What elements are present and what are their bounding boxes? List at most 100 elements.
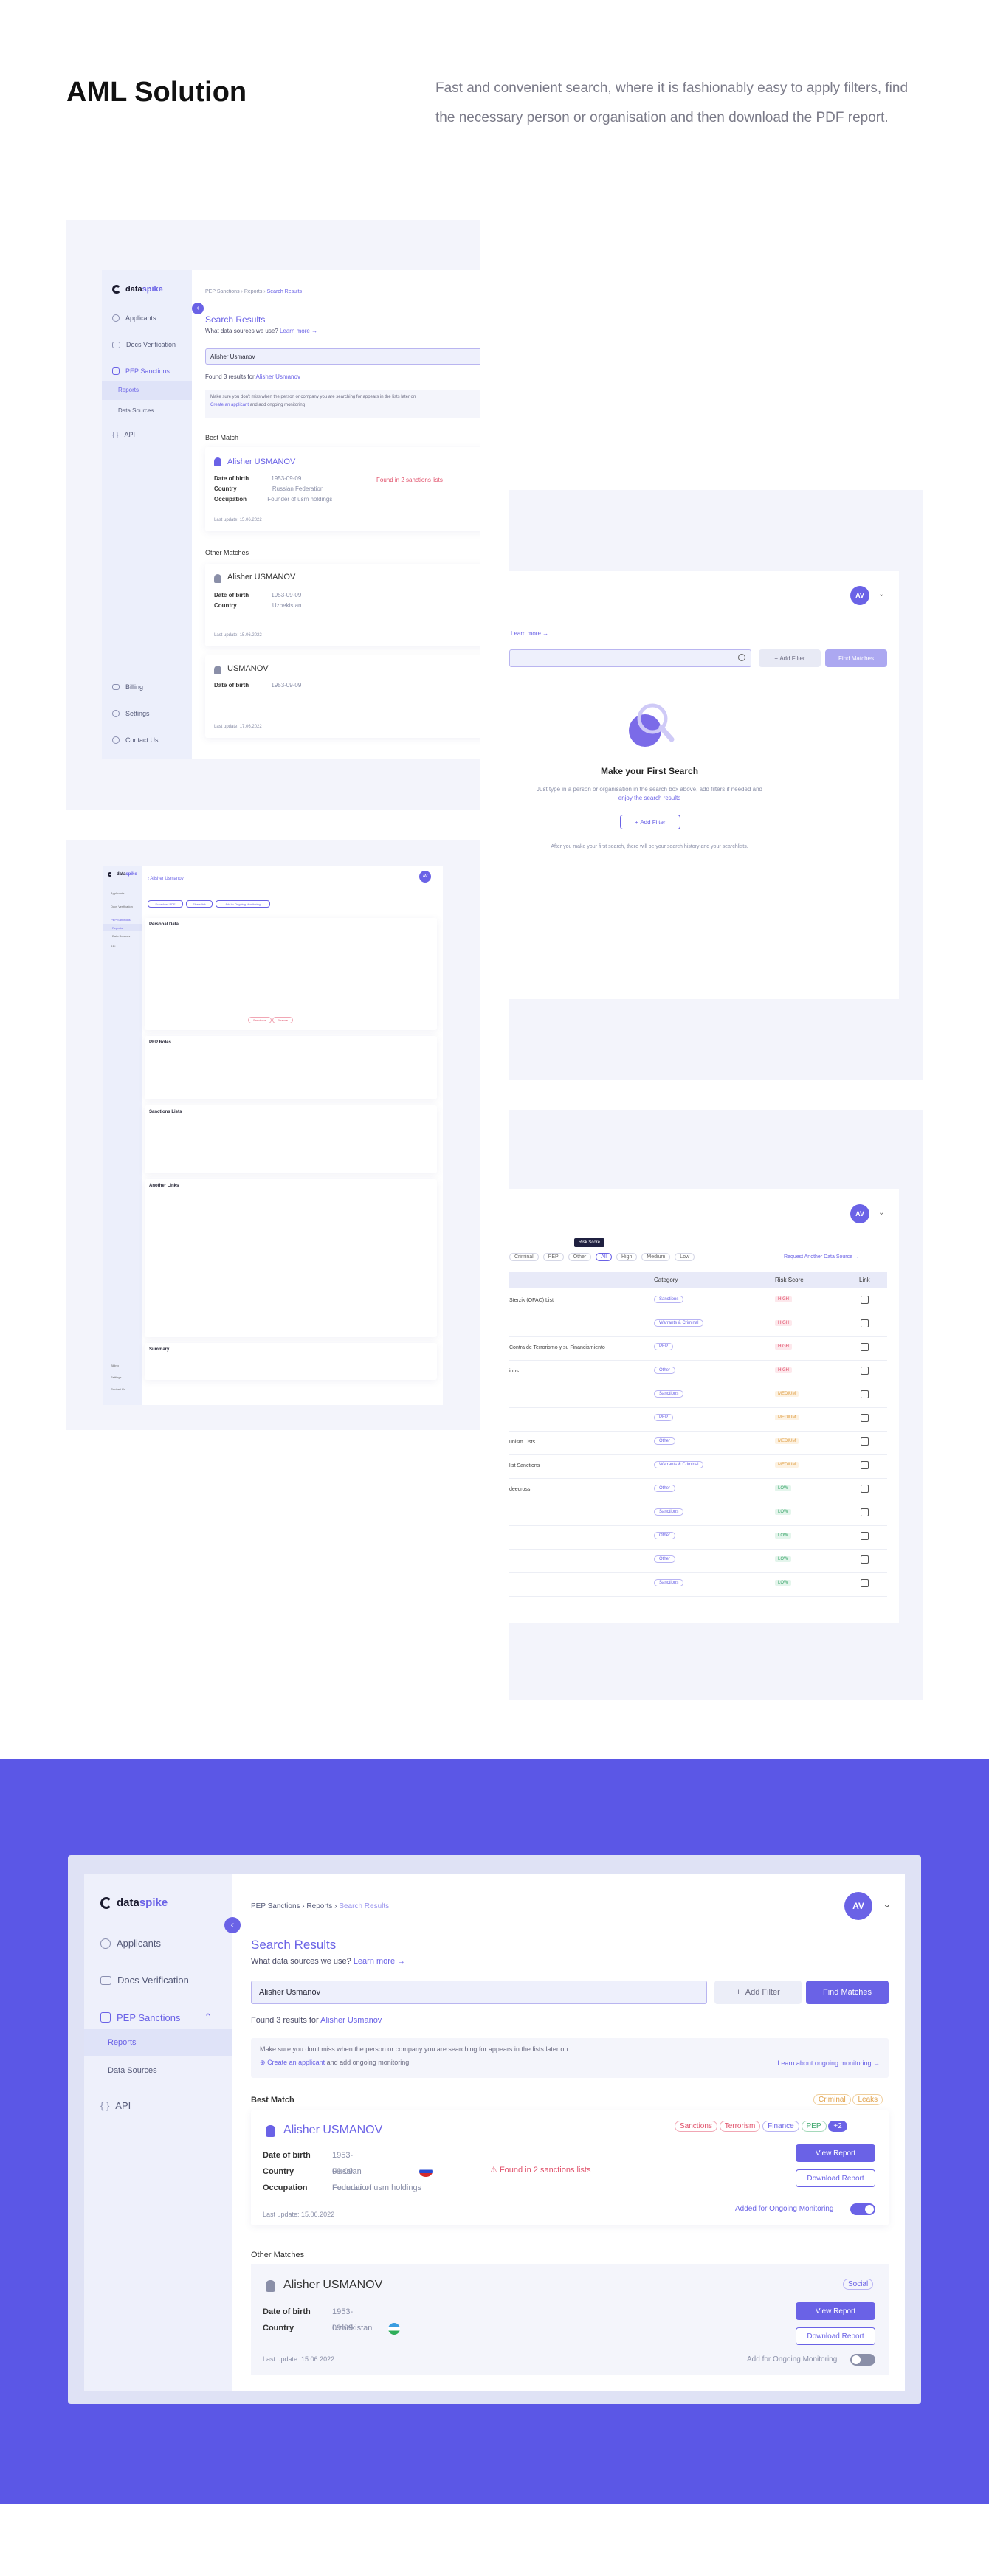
avatar[interactable]: AV: [850, 586, 869, 605]
category-chip: Other: [654, 1367, 676, 1374]
best-match-card[interactable]: Alisher USMANOV Date of birth 1953-09-09 …: [251, 2110, 889, 2225]
find-matches-button[interactable]: Find Matches: [825, 649, 887, 667]
person-name[interactable]: Alisher USMANOV: [283, 2124, 382, 2137]
person-icon: [214, 666, 221, 674]
monitoring-toggle[interactable]: [850, 2203, 875, 2215]
sidebar-item-contact[interactable]: Contact Us: [111, 1387, 125, 1391]
external-link-icon[interactable]: [861, 1319, 869, 1327]
learn-more-link[interactable]: Learn more →: [511, 630, 548, 637]
tag-more[interactable]: +2: [828, 2121, 847, 2132]
sidebar-item-api[interactable]: API: [111, 945, 115, 948]
search-input[interactable]: [509, 649, 751, 667]
sidebar-item-sources[interactable]: Data Sources: [118, 407, 154, 414]
tag-social: Social: [843, 2279, 874, 2290]
sidebar-item-sources[interactable]: Data Sources: [112, 934, 130, 938]
avatar[interactable]: AV: [844, 1892, 872, 1920]
download-report-button[interactable]: Download Report: [796, 2327, 875, 2345]
preview-search-results: dataspike Applicants Docs Verification P…: [66, 220, 480, 810]
create-applicant-link[interactable]: Create an applicant: [210, 403, 249, 407]
add-monitoring-button[interactable]: Add to Ongoing Monitoring: [216, 900, 270, 908]
second-match-card[interactable]: Alisher USMANOV Date of birth 1953-09-09…: [205, 564, 480, 646]
share-link-button[interactable]: Share link: [186, 900, 213, 908]
filter-chip[interactable]: Low: [675, 1253, 695, 1261]
filter-chip[interactable]: Criminal: [509, 1253, 539, 1261]
external-link-icon[interactable]: [861, 1555, 869, 1564]
external-link-icon[interactable]: [861, 1579, 869, 1587]
sidebar-item-billing[interactable]: Billing: [111, 1364, 119, 1367]
learn-more-link[interactable]: Learn more: [354, 1957, 395, 1966]
external-link-icon[interactable]: [861, 1485, 869, 1493]
second-match-card[interactable]: Alisher USMANOV Date of birth 1953-09-09 …: [251, 2264, 889, 2375]
sidebar-item-pep[interactable]: PEP Sanctions ⌃: [100, 2012, 212, 2023]
filter-chip[interactable]: PEP: [542, 1253, 564, 1261]
person-name[interactable]: Alisher USMANOV: [283, 2279, 382, 2292]
pep-roles-section: PEP Roles: [145, 1036, 437, 1099]
external-link-icon[interactable]: [861, 1296, 869, 1304]
find-matches-button[interactable]: Find Matches: [806, 1981, 889, 2004]
sidebar-item-applicants[interactable]: Applicants: [111, 891, 124, 895]
person-name[interactable]: USMANOV: [227, 664, 269, 673]
sidebar-item-docs[interactable]: Docs Verification: [100, 1975, 189, 1986]
best-match-card[interactable]: Alisher USMANOV Date of birth 1953-09-09…: [205, 447, 480, 531]
filter-chips: Criminal PEP Other All High Medium Low: [509, 1253, 699, 1261]
chevron-up-icon[interactable]: ⌃: [204, 2012, 212, 2023]
filter-chip[interactable]: High: [616, 1253, 638, 1261]
external-link-icon[interactable]: [861, 1367, 869, 1375]
monitoring-toggle[interactable]: [850, 2354, 875, 2366]
add-filter-button[interactable]: + Add Filter: [759, 649, 821, 667]
back-name[interactable]: ‹ Alisher Usmanov: [148, 877, 184, 881]
view-report-button[interactable]: View Report: [796, 2144, 875, 2162]
search-input[interactable]: Alisher Usmanov: [205, 348, 480, 365]
sidebar-item-reports[interactable]: Reports: [84, 2029, 232, 2056]
avatar[interactable]: AV: [850, 1204, 869, 1223]
external-link-icon[interactable]: [861, 1461, 869, 1469]
person-name[interactable]: Alisher USMANOV: [227, 573, 295, 581]
sidebar-item-api[interactable]: { } API: [112, 431, 135, 438]
sidebar-item-applicants[interactable]: Applicants: [112, 314, 156, 322]
external-link-icon[interactable]: [861, 1508, 869, 1516]
filter-chip[interactable]: Medium: [641, 1253, 671, 1261]
sidebar-item-pep[interactable]: PEP Sanctions: [111, 918, 131, 922]
chevron-down-icon[interactable]: ⌄: [878, 1209, 884, 1217]
filter-chip[interactable]: Other: [568, 1253, 592, 1261]
search-icon[interactable]: [738, 654, 745, 661]
create-applicant-link[interactable]: Create an applicant: [267, 2059, 325, 2066]
external-link-icon[interactable]: [861, 1390, 869, 1398]
learn-monitoring-link[interactable]: Learn about ongoing monitoring →: [777, 2059, 880, 2067]
person-name[interactable]: Alisher USMANOV: [227, 457, 295, 466]
third-match-card[interactable]: USMANOV Date of birth 1953-09-09 Last up…: [205, 655, 480, 738]
external-link-icon[interactable]: [861, 1437, 869, 1446]
sidebar-item-settings[interactable]: Settings: [112, 710, 150, 717]
learn-more-link[interactable]: Learn more: [280, 328, 310, 334]
download-pdf-button[interactable]: Download PDF: [148, 900, 183, 908]
sidebar-item-applicants[interactable]: Applicants: [100, 1938, 161, 1949]
section-title: Summary: [149, 1347, 170, 1352]
view-report-button[interactable]: View Report: [796, 2302, 875, 2320]
sidebar-item-billing[interactable]: Billing: [112, 683, 143, 691]
sidebar-item-settings[interactable]: Settings: [111, 1375, 121, 1379]
filter-chip[interactable]: All: [596, 1253, 612, 1261]
chevron-down-icon[interactable]: ⌄: [883, 1898, 892, 1910]
add-filter-cta[interactable]: + Add Filter: [620, 815, 680, 829]
sidebar-item-docs[interactable]: Docs Verification: [112, 341, 176, 348]
sidebar-item-reports[interactable]: Reports: [103, 924, 142, 931]
sidebar-item-reports[interactable]: Reports: [102, 381, 192, 400]
sidebar-item-docs[interactable]: Docs Verification: [111, 905, 133, 908]
external-link-icon[interactable]: [861, 1343, 869, 1351]
external-link-icon[interactable]: [861, 1532, 869, 1540]
external-link-icon[interactable]: [861, 1414, 869, 1422]
sidebar-item-sources[interactable]: Data Sources: [108, 2066, 157, 2075]
download-report-button[interactable]: Download Report: [796, 2169, 875, 2187]
sidebar-item-contact[interactable]: Contact Us: [112, 736, 159, 744]
avatar[interactable]: AV: [419, 871, 431, 883]
collapse-sidebar-button[interactable]: ‹: [224, 1917, 241, 1933]
personal-data-section: Personal Data Sanctions Finance: [145, 918, 437, 1030]
chevron-down-icon[interactable]: ⌄: [878, 590, 884, 598]
sidebar-item-pep[interactable]: PEP Sanctions: [112, 367, 170, 375]
risk-score-tooltip: Risk Score: [574, 1238, 605, 1247]
add-filter-button[interactable]: + Add Filter: [714, 1981, 802, 2004]
search-input[interactable]: Alisher Usmanov: [251, 1981, 707, 2004]
request-source-link[interactable]: Request Another Data Source →: [784, 1254, 859, 1260]
sidebar-item-api[interactable]: { } API: [100, 2100, 131, 2111]
collapse-sidebar-button[interactable]: ‹: [192, 303, 204, 314]
